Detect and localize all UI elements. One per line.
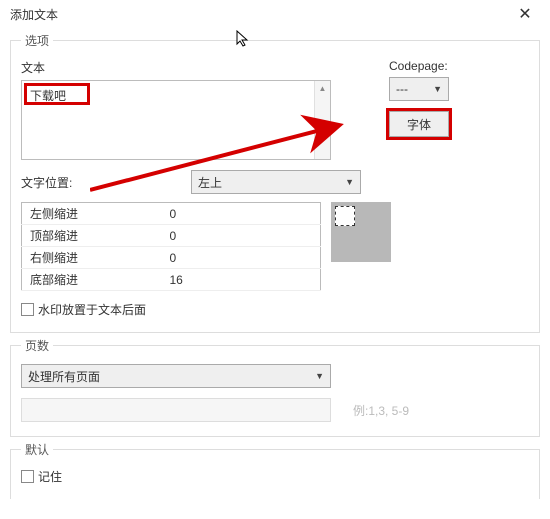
indent-label: 顶部缩进 bbox=[22, 225, 162, 247]
pages-value: 处理所有页面 bbox=[28, 368, 100, 385]
position-value: 左上 bbox=[198, 174, 222, 191]
remember-checkbox[interactable] bbox=[21, 470, 34, 483]
indent-value[interactable]: 0 bbox=[162, 247, 321, 269]
preview-swatch[interactable] bbox=[331, 202, 391, 262]
scroll-up-icon[interactable]: ▲ bbox=[315, 81, 330, 95]
watermark-behind-checkbox[interactable] bbox=[21, 303, 34, 316]
indent-table[interactable]: 左侧缩进 0 顶部缩进 0 右侧缩进 0 底部缩进 16 bbox=[21, 202, 321, 291]
chevron-down-icon: ▼ bbox=[433, 84, 442, 94]
indent-value[interactable]: 0 bbox=[162, 203, 321, 225]
indent-value[interactable]: 16 bbox=[162, 269, 321, 291]
scrollbar[interactable]: ▲ bbox=[314, 81, 330, 159]
table-row[interactable]: 左侧缩进 0 bbox=[22, 203, 321, 225]
codepage-value: --- bbox=[396, 82, 408, 96]
indent-label: 右侧缩进 bbox=[22, 247, 162, 269]
codepage-select[interactable]: --- ▼ bbox=[389, 77, 449, 101]
chevron-down-icon: ▼ bbox=[345, 177, 354, 187]
pages-legend: 页数 bbox=[21, 337, 53, 354]
watermark-behind-label: 水印放置于文本后面 bbox=[38, 301, 146, 318]
pages-range-input bbox=[21, 398, 331, 422]
indent-label: 左侧缩进 bbox=[22, 203, 162, 225]
remember-label: 记住 bbox=[38, 468, 62, 485]
close-icon[interactable]: ✕ bbox=[510, 4, 540, 24]
pages-group: 页数 处理所有页面 ▼ 例:1,3, 5-9 bbox=[10, 337, 540, 437]
preview-inner bbox=[335, 206, 355, 226]
pages-select[interactable]: 处理所有页面 ▼ bbox=[21, 364, 331, 388]
table-row[interactable]: 右侧缩进 0 bbox=[22, 247, 321, 269]
position-select[interactable]: 左上 ▼ bbox=[191, 170, 361, 194]
options-legend: 选项 bbox=[21, 32, 53, 49]
indent-value[interactable]: 0 bbox=[162, 225, 321, 247]
font-button-label: 字体 bbox=[407, 116, 431, 133]
codepage-label: Codepage: bbox=[389, 59, 529, 73]
pages-range-example: 例:1,3, 5-9 bbox=[353, 402, 409, 419]
text-label: 文本 bbox=[21, 59, 375, 76]
default-legend: 默认 bbox=[21, 441, 53, 458]
table-row[interactable]: 底部缩进 16 bbox=[22, 269, 321, 291]
text-input[interactable]: 下载吧 ▲ bbox=[21, 80, 331, 160]
indent-label: 底部缩进 bbox=[22, 269, 162, 291]
position-label: 文字位置: bbox=[21, 174, 171, 191]
table-row[interactable]: 顶部缩进 0 bbox=[22, 225, 321, 247]
text-value: 下载吧 bbox=[22, 81, 330, 110]
dialog-title: 添加文本 bbox=[10, 6, 58, 23]
chevron-down-icon: ▼ bbox=[315, 371, 324, 381]
options-group: 选项 文本 下载吧 ▲ Codepage: --- ▼ 字体 bbox=[10, 32, 540, 333]
font-button[interactable]: 字体 bbox=[389, 111, 449, 137]
default-group: 默认 记住 bbox=[10, 441, 540, 499]
